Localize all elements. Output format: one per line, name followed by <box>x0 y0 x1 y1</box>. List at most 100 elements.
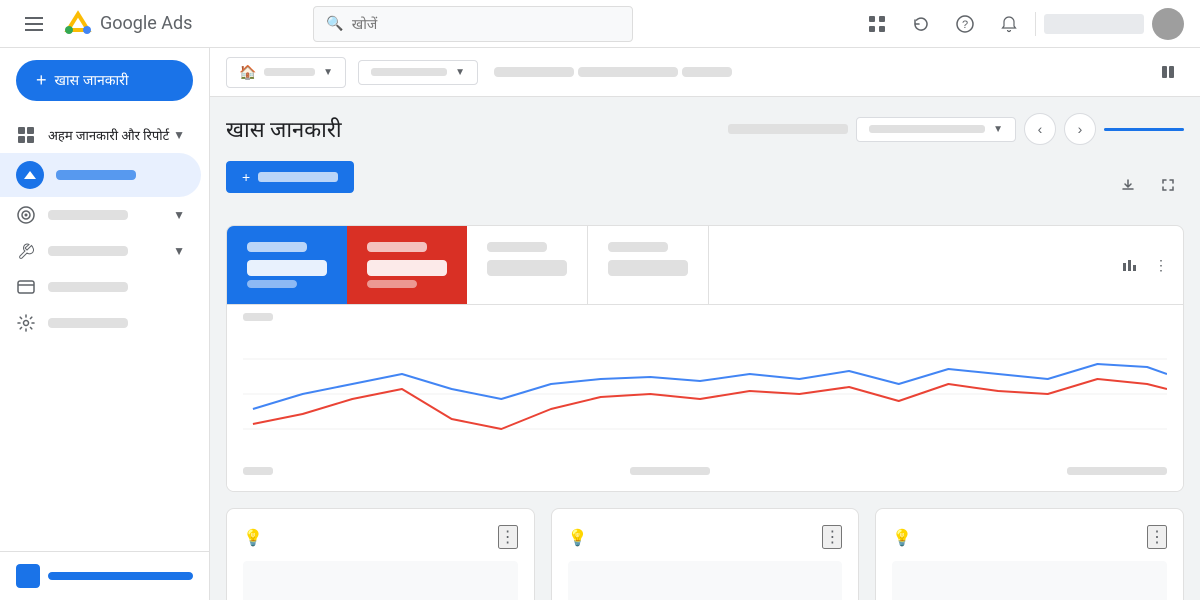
tools-icon <box>16 241 36 261</box>
sidebar-bottom <box>0 551 209 600</box>
google-ads-logo: Google Ads <box>64 10 192 38</box>
page-header: खास जानकारी ▼ ‹ › <box>226 113 1184 145</box>
chart-more-button[interactable]: ⋮ <box>1147 251 1175 279</box>
user-avatar[interactable] <box>1152 8 1184 40</box>
tab3[interactable] <box>682 67 732 77</box>
prev-button[interactable]: ‹ <box>1024 113 1056 145</box>
dropdown-arrow-icon: ▼ <box>323 67 333 78</box>
metric-gray2-value <box>608 260 688 276</box>
bar-chart-icon <box>1121 257 1137 273</box>
y-label-bottom <box>243 467 273 475</box>
sidebar-item-settings[interactable] <box>0 305 201 341</box>
sidebar-item-tools[interactable]: ▼ <box>0 233 201 269</box>
top-header: Google Ads 🔍 ? <box>0 0 1200 48</box>
date-label <box>371 68 447 76</box>
action-bar: + <box>226 161 1184 209</box>
help-button[interactable]: ? <box>947 6 983 42</box>
metric-red-extra <box>367 280 417 288</box>
dropdown-label <box>264 68 315 76</box>
metric-red-label <box>367 242 427 252</box>
download-icon <box>1120 177 1136 193</box>
page-title: खास जानकारी <box>226 114 342 144</box>
download-button[interactable] <box>1112 169 1144 201</box>
new-campaign-button[interactable]: + खास जानकारी <box>16 60 193 101</box>
insight-card-2-header: 💡 ⋮ <box>568 525 843 549</box>
sidebar-item-overview[interactable]: अहम जानकारी और रिपोर्ट ▼ <box>0 117 201 153</box>
y-label-1 <box>243 313 273 321</box>
insight-card-2-more[interactable]: ⋮ <box>822 525 842 549</box>
next-button[interactable]: › <box>1064 113 1096 145</box>
metric-blue-extra <box>247 280 297 288</box>
chart-legend-2 <box>1067 467 1167 475</box>
add-insight-label <box>258 172 338 182</box>
tools-chevron: ▼ <box>173 244 185 258</box>
search-input[interactable] <box>352 16 621 32</box>
insight-card-1: 💡 ⋮ <box>226 508 535 600</box>
settings-left <box>16 313 128 333</box>
insight-card-1-body <box>243 561 518 600</box>
refresh-button[interactable] <box>903 6 939 42</box>
tab1[interactable] <box>494 67 574 77</box>
insight-card-1-more[interactable]: ⋮ <box>498 525 518 549</box>
bottom-line <box>48 572 193 580</box>
search-bar[interactable]: 🔍 <box>313 6 633 42</box>
metric-tab-red[interactable] <box>347 226 467 304</box>
apps-button[interactable] <box>859 6 895 42</box>
sidebar: + खास जानकारी अहम जानकारी और रिपोर्ट ▼ <box>0 48 210 600</box>
insight-card-3: 💡 ⋮ <box>875 508 1184 600</box>
date-arrow-icon: ▼ <box>455 67 465 78</box>
collapse-button[interactable] <box>1152 56 1184 88</box>
tab-bar <box>490 67 736 77</box>
insight-card-2: 💡 ⋮ <box>551 508 860 600</box>
header-divider <box>1035 12 1036 36</box>
page-header-right: ▼ ‹ › <box>728 113 1184 145</box>
tab2[interactable] <box>578 67 678 77</box>
bottom-icon <box>16 564 40 588</box>
insight-card-1-header: 💡 ⋮ <box>243 525 518 549</box>
sidebar-item-billing[interactable] <box>0 269 201 305</box>
export-icons <box>1112 169 1184 201</box>
insight-card-3-more[interactable]: ⋮ <box>1147 525 1167 549</box>
date-dropdown[interactable]: ▼ <box>358 60 478 85</box>
metric-blue-label <box>247 242 307 252</box>
lightbulb-icon-3: 💡 <box>892 528 912 547</box>
metric-tab-gray1[interactable] <box>467 226 588 304</box>
date-range-picker[interactable]: ▼ <box>856 117 1016 142</box>
sidebar-item-campaigns[interactable] <box>0 153 201 197</box>
chart-bottom <box>243 467 1167 475</box>
billing-label <box>48 282 128 292</box>
chart-area <box>227 305 1183 491</box>
bottom-cards: 💡 ⋮ 💡 ⋮ 💡 ⋮ <box>226 508 1184 600</box>
billing-icon <box>16 277 36 297</box>
header-bar <box>728 124 848 134</box>
date-range-label <box>869 125 985 133</box>
app-name-label: Google Ads <box>100 13 192 34</box>
home-dropdown[interactable]: 🏠 ▼ <box>226 57 346 88</box>
metric-gray2-label <box>608 242 668 252</box>
page-content: खास जानकारी ▼ ‹ › + <box>210 97 1200 600</box>
search-icon: 🔍 <box>326 16 343 32</box>
menu-icon <box>25 17 43 31</box>
main-chart-card: ⋮ <box>226 225 1184 492</box>
add-icon: + <box>242 169 250 185</box>
refresh-icon <box>912 15 930 33</box>
header-icons: ? <box>859 6 1184 42</box>
expand-button[interactable] <box>1152 169 1184 201</box>
home-icon: 🏠 <box>239 64 256 81</box>
account-selector[interactable] <box>1044 14 1144 34</box>
metric-tabs: ⋮ <box>227 226 1183 305</box>
sidebar-item-goals[interactable]: ▼ <box>0 197 201 233</box>
hamburger-menu-button[interactable] <box>16 6 52 42</box>
metric-blue-value <box>247 260 327 276</box>
sidebar-item-left: अहम जानकारी और रिपोर्ट <box>16 125 169 145</box>
collapse-icon <box>1160 64 1176 80</box>
notifications-button[interactable] <box>991 6 1027 42</box>
metric-tab-blue[interactable] <box>227 226 347 304</box>
add-insight-button[interactable]: + <box>226 161 354 193</box>
sidebar-bottom-item[interactable] <box>16 564 193 588</box>
chart-type-button[interactable] <box>1115 251 1143 279</box>
sidebar-section-main: अहम जानकारी और रिपोर्ट ▼ ▼ <box>0 113 209 345</box>
svg-text:?: ? <box>962 19 968 31</box>
metric-tab-gray2[interactable] <box>588 226 709 304</box>
new-campaign-label: खास जानकारी <box>55 71 129 90</box>
